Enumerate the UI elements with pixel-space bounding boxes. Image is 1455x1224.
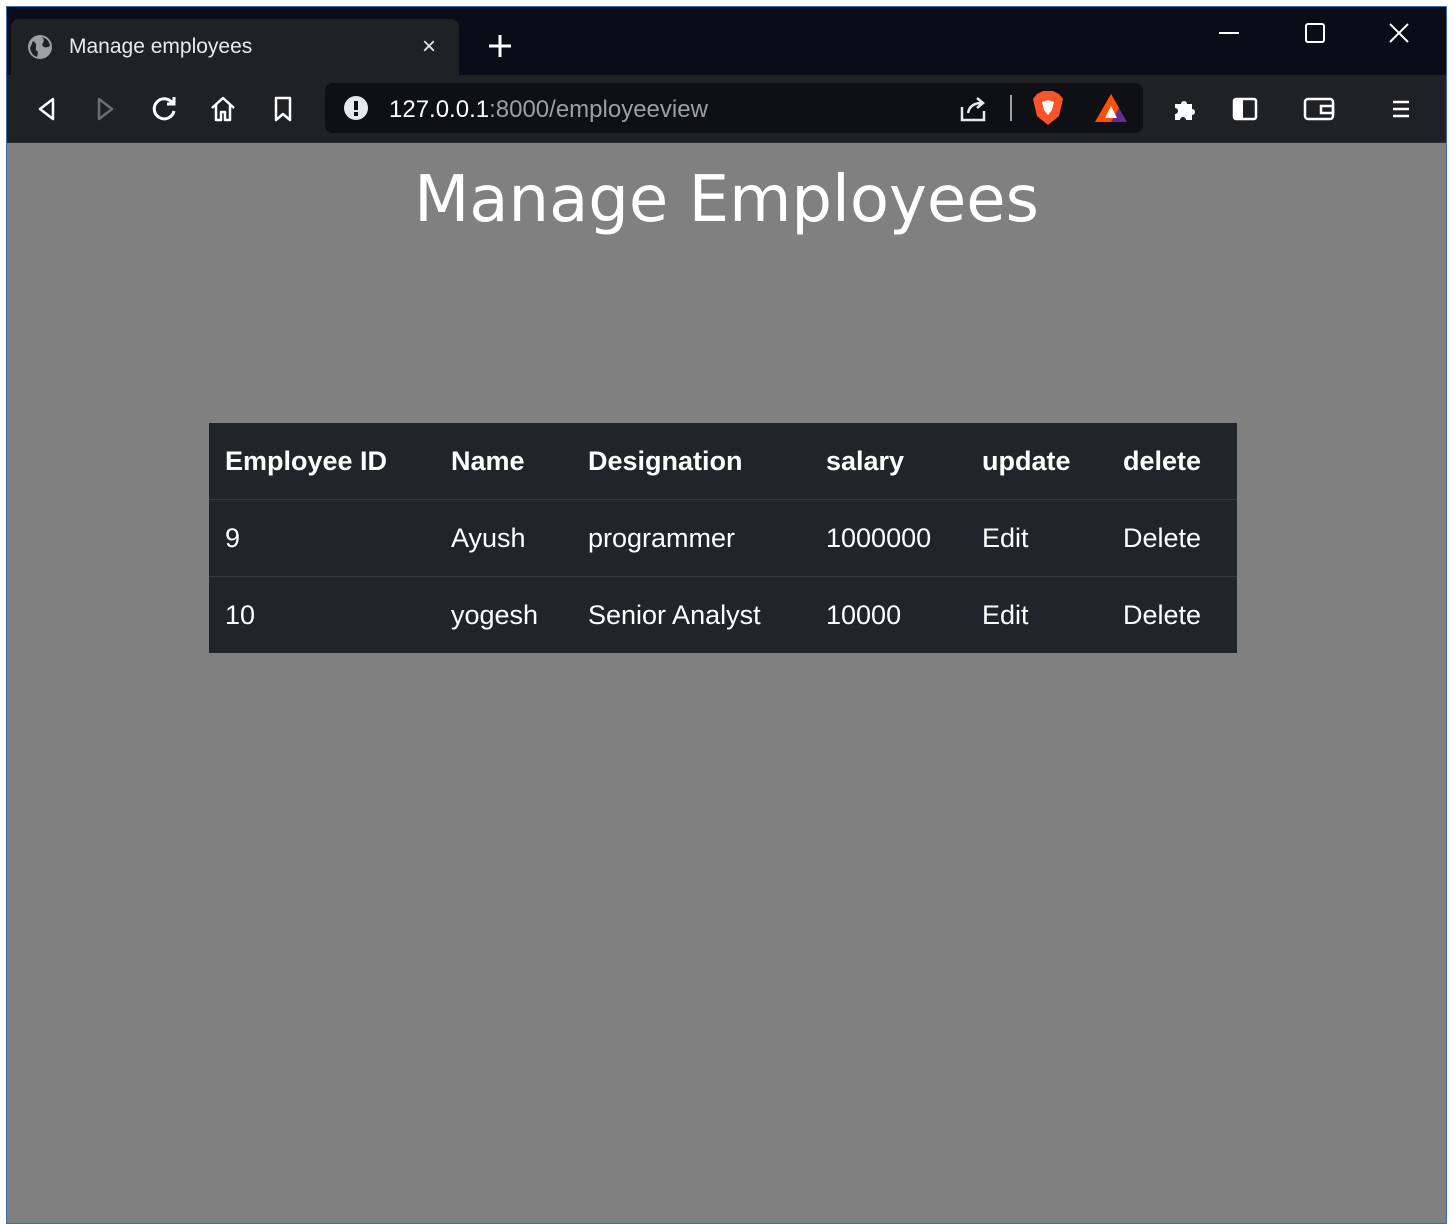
column-header-employee-id: Employee ID: [209, 423, 435, 500]
url-path: :8000/employeeview: [489, 96, 708, 123]
bookmark-icon: [274, 96, 292, 122]
cell-name: Ayush: [435, 499, 572, 577]
plus-icon: [489, 35, 511, 57]
menu-button[interactable]: [1383, 91, 1419, 127]
tab-close-button[interactable]: ×: [415, 33, 443, 61]
minimize-icon: [1219, 32, 1239, 34]
url-host: 127.0.0.1: [389, 96, 490, 123]
column-header-delete: delete: [1107, 423, 1237, 500]
column-header-designation: Designation: [572, 423, 810, 500]
page-content: Manage Employees Employee ID Name Design…: [7, 143, 1446, 1223]
hamburger-menu-icon: [1393, 100, 1409, 118]
tab-active[interactable]: Manage employees ×: [11, 19, 459, 75]
table-header-row: Employee ID Name Designation salary upda…: [209, 423, 1237, 500]
brave-rewards-icon[interactable]: [1093, 92, 1129, 124]
wallet-button[interactable]: [1301, 91, 1337, 127]
url-text: 127.0.0.1:8000/employeeview: [389, 96, 708, 124]
employees-table: Employee ID Name Designation salary upda…: [209, 423, 1237, 653]
column-header-update: update: [966, 423, 1107, 500]
minimize-button[interactable]: [1199, 13, 1259, 53]
puzzle-piece-icon: [1175, 101, 1195, 120]
tab-strip: Manage employees ×: [7, 7, 1446, 75]
address-bar-divider: [1010, 95, 1012, 121]
cell-name: yogesh: [451, 599, 539, 630]
page-title: Manage Employees: [414, 163, 1039, 237]
forward-arrow-icon: [97, 97, 114, 121]
delete-link[interactable]: Delete: [1107, 499, 1237, 577]
sidebar-icon: [1232, 97, 1258, 121]
edit-link[interactable]: Edit: [966, 499, 1107, 577]
cell-designation: programmer: [572, 499, 810, 577]
close-icon: [1389, 23, 1409, 43]
reload-button[interactable]: [147, 91, 183, 127]
bookmark-button[interactable]: [265, 91, 301, 127]
tab-title: Manage employees: [69, 35, 253, 58]
edit-link[interactable]: Edit: [966, 577, 1107, 654]
maximize-button[interactable]: [1285, 13, 1345, 53]
wallet-icon: [1303, 97, 1335, 121]
cell-designation: Senior Analyst: [588, 599, 761, 630]
sidebar-button[interactable]: [1227, 91, 1263, 127]
close-window-button[interactable]: [1369, 13, 1429, 53]
column-header-salary: salary: [810, 423, 966, 500]
back-arrow-icon: [38, 97, 55, 121]
home-button[interactable]: [205, 91, 241, 127]
share-icon[interactable]: [957, 93, 989, 125]
extensions-button[interactable]: [1167, 91, 1203, 127]
new-tab-button[interactable]: [483, 29, 517, 63]
browser-toolbar: 127.0.0.1:8000/employeeview: [7, 75, 1446, 143]
cell-salary: 10000: [826, 599, 902, 630]
home-icon: [211, 96, 235, 122]
back-button[interactable]: [29, 91, 65, 127]
cell-employee-id: 10: [225, 599, 256, 630]
site-info-icon[interactable]: [343, 95, 369, 121]
table-row: 9 Ayush programmer 1000000 Edit Delete: [209, 499, 1237, 577]
reload-icon: [152, 97, 176, 121]
browser-window: Manage employees × 127.0.0.1:8000/employ…: [6, 6, 1447, 1224]
forward-button[interactable]: [87, 91, 123, 127]
globe-icon: [27, 34, 53, 60]
cell-salary: 1000000: [810, 499, 966, 577]
delete-link[interactable]: Delete: [1107, 577, 1237, 654]
maximize-icon: [1305, 23, 1325, 43]
table-row: 10 yogesh Senior Analyst 10000 Edit Dele…: [209, 577, 1237, 654]
address-bar[interactable]: 127.0.0.1:8000/employeeview: [325, 83, 1143, 133]
cell-employee-id: 9: [209, 499, 435, 577]
brave-shields-icon[interactable]: [1031, 90, 1065, 126]
column-header-name: Name: [435, 423, 572, 500]
